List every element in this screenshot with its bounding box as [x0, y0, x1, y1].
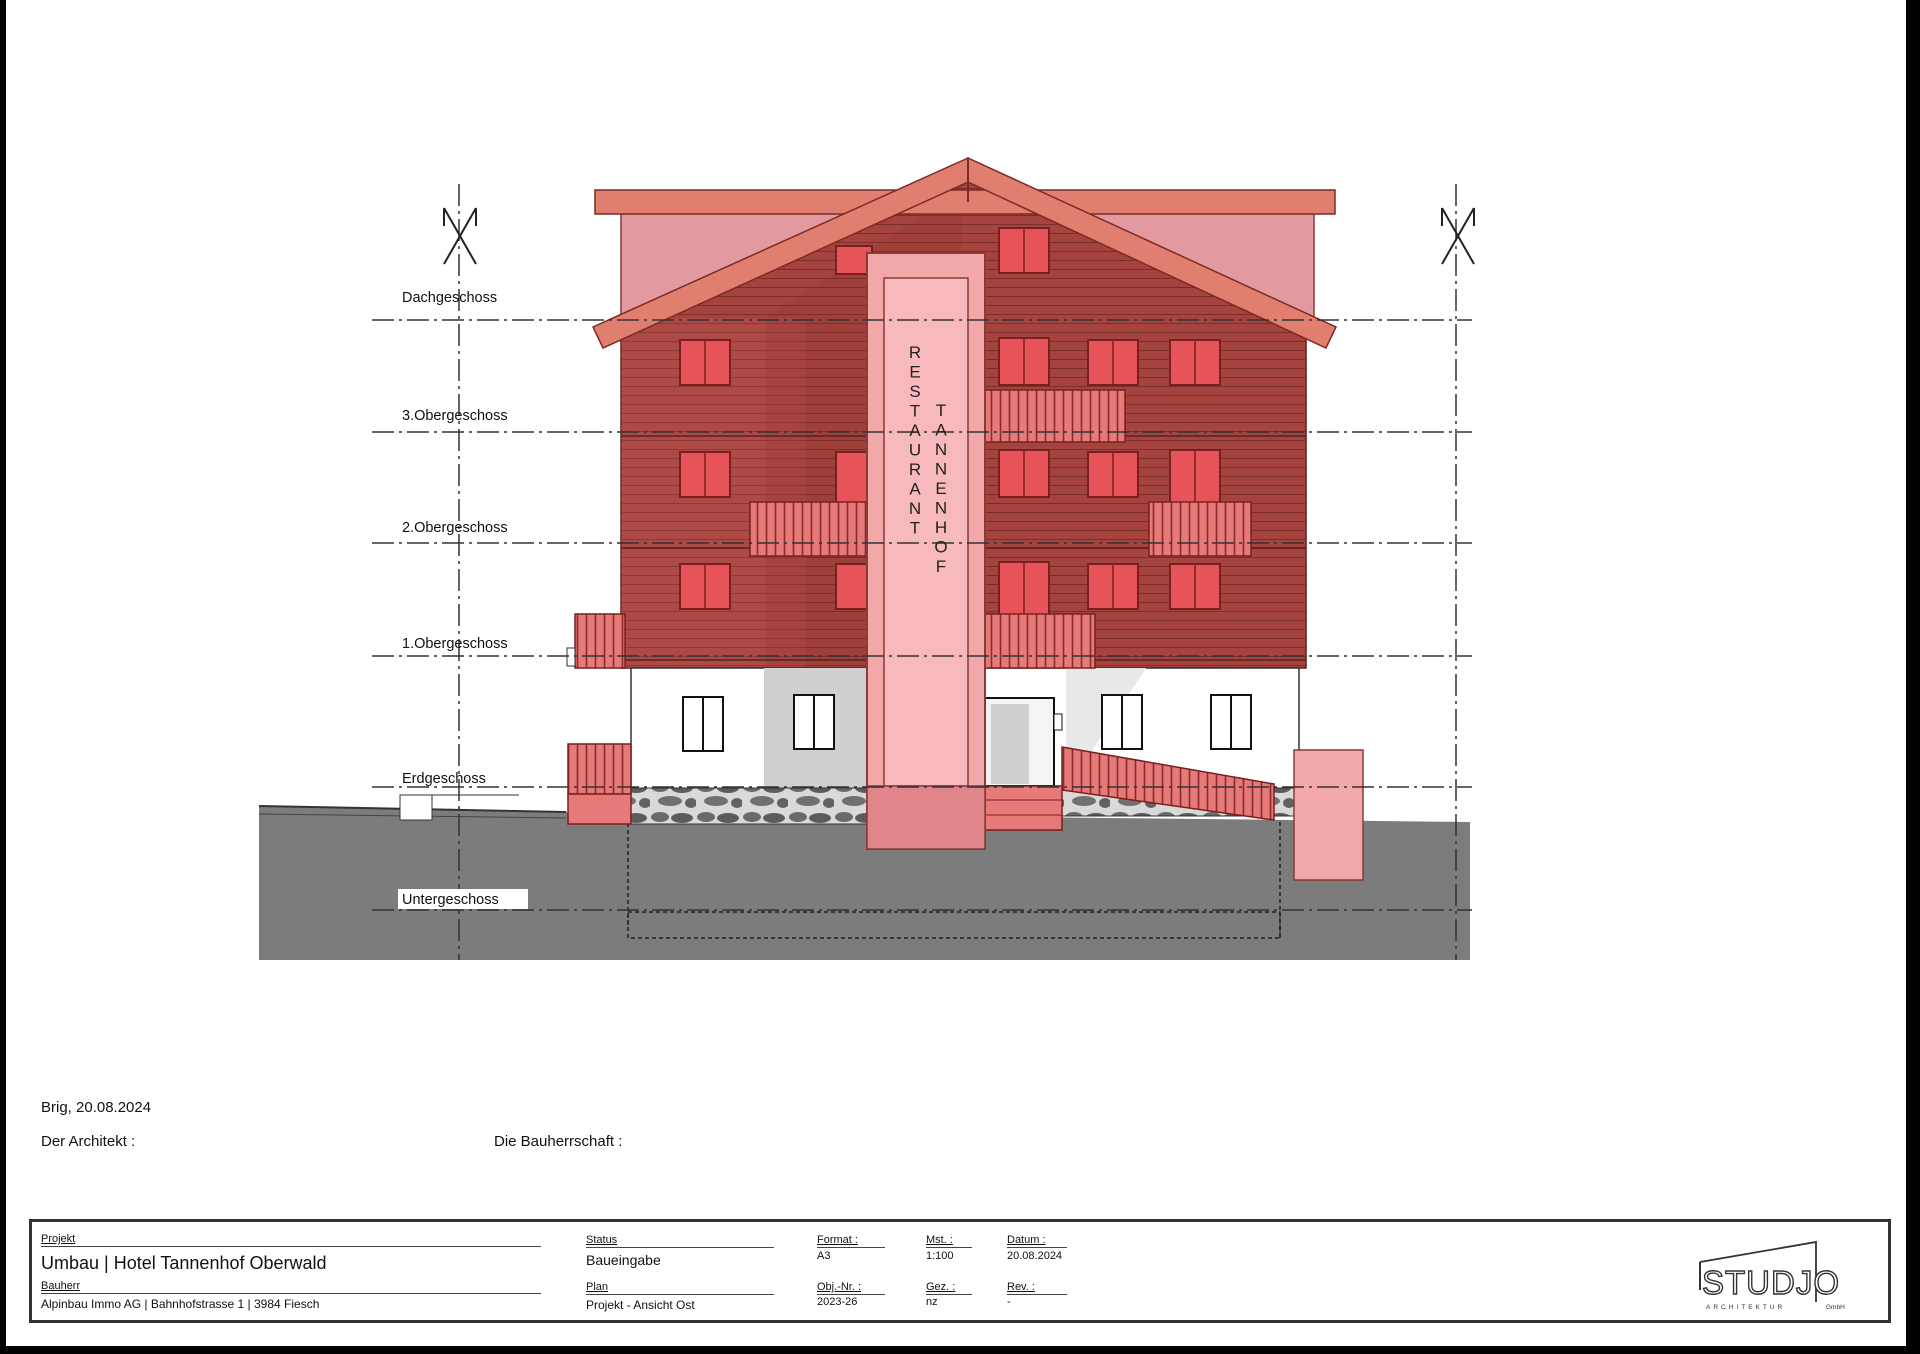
- rev-value: -: [1007, 1296, 1011, 1308]
- level-label: 1.Obergeschoss: [402, 636, 508, 652]
- format-value: A3: [817, 1250, 831, 1262]
- level-label: Dachgeschoss: [402, 290, 497, 306]
- datum-value: 20.08.2024: [1007, 1250, 1063, 1262]
- sign-letter: N: [935, 440, 947, 459]
- mst-label: Mst. :: [926, 1234, 953, 1246]
- sign-text-left: RESTAURANT: [909, 343, 921, 538]
- format-label: Format :: [817, 1234, 858, 1246]
- annex-right: [1293, 749, 1364, 881]
- place-date: Brig, 20.08.2024: [41, 1099, 152, 1116]
- level-label: Erdgeschoss: [402, 771, 486, 787]
- rev-label: Rev. :: [1007, 1281, 1035, 1293]
- sign-letter: T: [910, 519, 920, 538]
- elevation-drawing: Dachgeschoss 3.Obergeschoss 2.Obergescho…: [258, 156, 1475, 960]
- sign-letter: T: [910, 402, 920, 421]
- left-balconies: [566, 613, 632, 825]
- sign-letter: N: [909, 499, 921, 518]
- gez-label: Gez. :: [926, 1281, 956, 1293]
- logo-sub-text: ARCHITEKTUR: [1706, 1304, 1785, 1311]
- sign-letter: A: [909, 421, 921, 440]
- sign-letter: E: [909, 363, 920, 382]
- sign-letter: N: [935, 499, 947, 518]
- sign-letter: A: [935, 421, 947, 440]
- logo-main-text: STUDJO: [1702, 1264, 1840, 1301]
- level-label: 2.Obergeschoss: [402, 520, 508, 536]
- bauherr-label: Bauherr: [41, 1280, 81, 1292]
- level-label: 3.Obergeschoss: [402, 408, 508, 424]
- client-signature-label: Die Bauherrschaft :: [494, 1133, 623, 1150]
- sign-letter: R: [909, 460, 921, 479]
- projekt-label: Projekt: [41, 1233, 76, 1245]
- gez-value: nz: [926, 1296, 938, 1308]
- sign-letter: R: [909, 343, 921, 362]
- logo-gmbh-text: GmbH: [1826, 1304, 1845, 1311]
- level-label: Untergeschoss: [402, 892, 499, 908]
- studio-logo: STUDJO ARCHITEKTUR GmbH: [1699, 1240, 1845, 1311]
- bauherr-value: Alpinbau Immo AG | Bahnhofstrasse 1 | 39…: [41, 1297, 320, 1311]
- sign-letter: F: [936, 557, 946, 576]
- title-block: Projekt Umbau | Hotel Tannenhof Oberwald…: [29, 1219, 1891, 1323]
- status-label: Status: [586, 1234, 618, 1246]
- objnr-label: Obj.-Nr. :: [817, 1281, 862, 1293]
- sign-letter: H: [935, 518, 947, 537]
- sign-letter: T: [936, 401, 946, 420]
- mst-value: 1:100: [926, 1250, 954, 1262]
- sign-letter: O: [934, 538, 947, 557]
- plan-label: Plan: [586, 1281, 609, 1293]
- sign-letter: E: [935, 479, 946, 498]
- sign-letter: S: [909, 382, 920, 401]
- plan-value: Projekt - Ansicht Ost: [586, 1298, 695, 1312]
- sign-tower: [866, 252, 986, 850]
- status-value: Baueingabe: [586, 1252, 661, 1268]
- sign-letter: A: [909, 480, 921, 499]
- sign-letter: U: [909, 441, 921, 460]
- datum-label: Datum :: [1007, 1234, 1046, 1246]
- sign-letter: N: [935, 460, 947, 479]
- objnr-value: 2023-26: [817, 1296, 858, 1308]
- projekt-value: Umbau | Hotel Tannenhof Oberwald: [41, 1253, 327, 1273]
- viewer-frame: Dachgeschoss 3.Obergeschoss 2.Obergescho…: [0, 0, 1920, 1354]
- plan-sheet: Dachgeschoss 3.Obergeschoss 2.Obergescho…: [6, 0, 1906, 1346]
- sign-text-right: TANNENHOF: [934, 401, 947, 576]
- architect-signature-label: Der Architekt :: [41, 1133, 136, 1150]
